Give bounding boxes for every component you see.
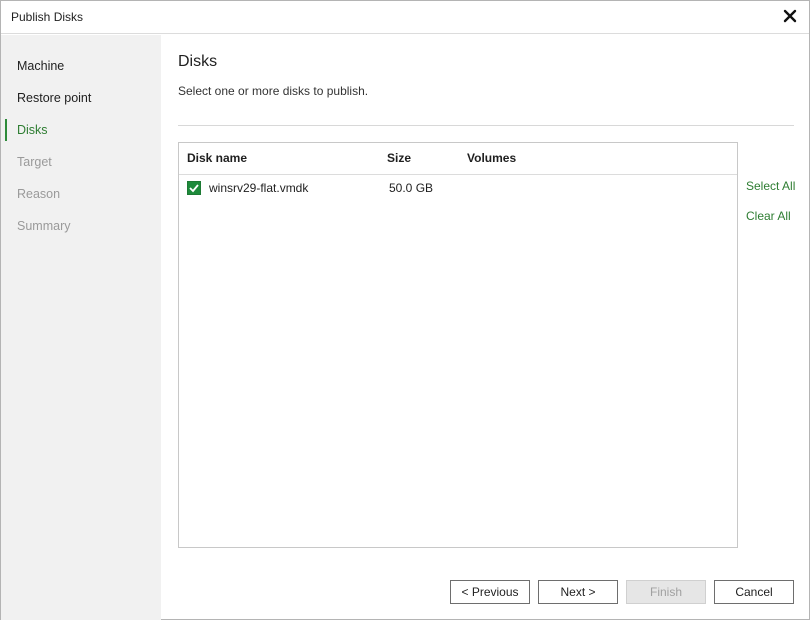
table-header: Disk name Size Volumes (179, 143, 737, 175)
step-reason: Reason (17, 187, 61, 201)
window-title: Publish Disks (11, 10, 84, 24)
disks-table: Disk name Size Volumes winsrv29-flat.vmd… (178, 142, 738, 548)
column-size[interactable]: Size (387, 151, 411, 165)
page-subtitle: Select one or more disks to publish. (178, 84, 369, 98)
clear-all-link[interactable]: Clear All (746, 209, 791, 223)
title-bar: Publish Disks (1, 1, 809, 34)
finish-button: Finish (626, 580, 706, 604)
column-volumes[interactable]: Volumes (467, 151, 516, 165)
table-row[interactable]: winsrv29-flat.vmdk 50.0 GB (179, 176, 737, 202)
step-summary: Summary (17, 219, 71, 233)
header-divider (178, 125, 794, 126)
publish-disks-dialog: Publish Disks Machine Restore point Disk… (0, 0, 810, 620)
cancel-button[interactable]: Cancel (714, 580, 794, 604)
close-icon[interactable] (781, 7, 799, 25)
wizard-steps-sidebar: Machine Restore point Disks Target Reaso… (1, 35, 161, 620)
column-disk-name[interactable]: Disk name (187, 151, 247, 165)
checkmark-icon (189, 184, 199, 193)
step-disks[interactable]: Disks (17, 123, 48, 137)
active-step-indicator (5, 119, 7, 141)
select-all-link[interactable]: Select All (746, 179, 795, 193)
disk-size-cell: 50.0 GB (389, 181, 434, 195)
step-machine[interactable]: Machine (17, 59, 64, 73)
step-restore-point[interactable]: Restore point (17, 91, 91, 105)
next-button[interactable]: Next > (538, 580, 618, 604)
disk-checkbox[interactable] (187, 181, 201, 195)
page-title: Disks (178, 53, 218, 70)
previous-button[interactable]: < Previous (450, 580, 530, 604)
step-target: Target (17, 155, 52, 169)
disk-name-cell: winsrv29-flat.vmdk (209, 181, 309, 195)
